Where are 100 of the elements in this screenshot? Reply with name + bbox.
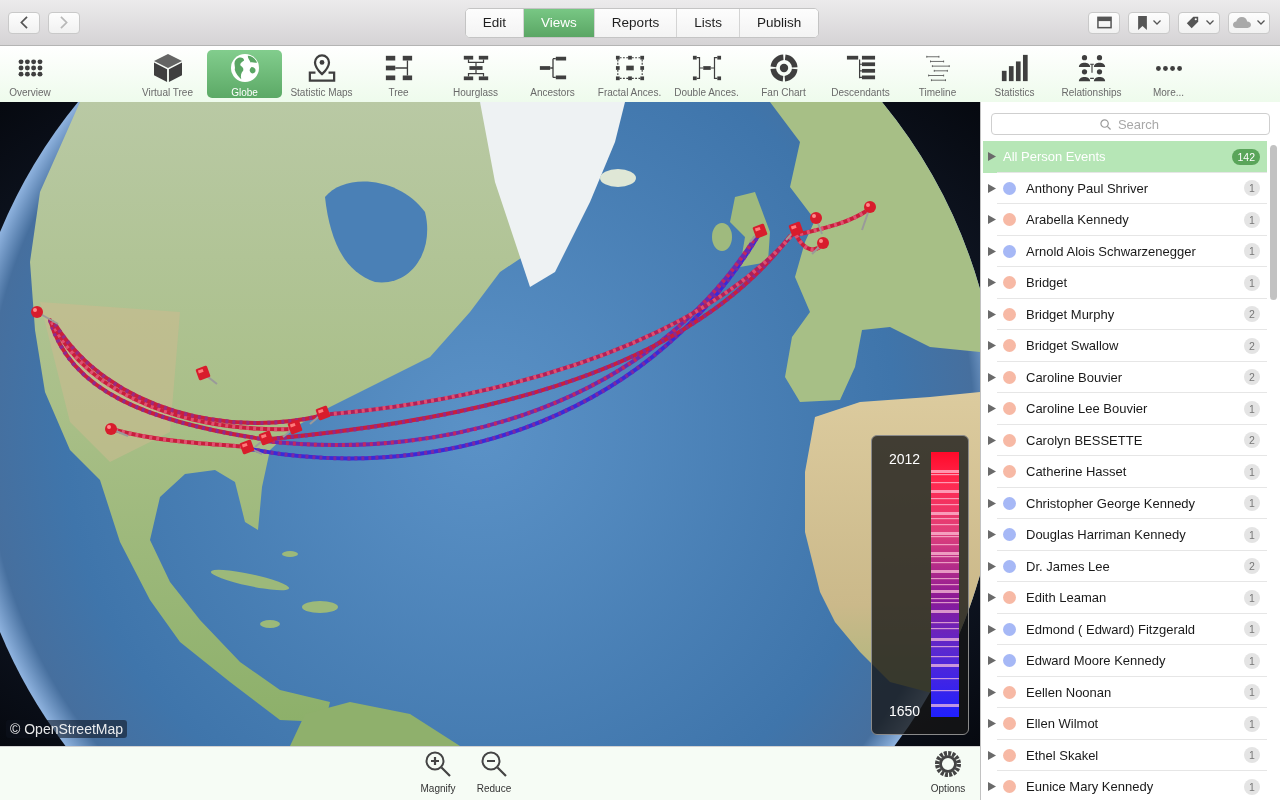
mode-tab[interactable]: Publish	[738, 8, 819, 37]
bookmark-button[interactable]	[1128, 11, 1170, 34]
view-button[interactable]: Descendants	[823, 50, 898, 98]
person-name: Ethel Skakel	[1026, 747, 1100, 763]
disclosure-triangle-icon[interactable]	[988, 782, 996, 792]
disclosure-triangle-icon[interactable]	[988, 435, 996, 445]
island	[260, 620, 280, 628]
bookmark-icon	[1137, 15, 1147, 30]
indented-list-icon	[845, 54, 876, 82]
map-pin-icon	[861, 201, 876, 231]
tag-button[interactable]	[1178, 11, 1220, 34]
map-pin-icon	[810, 212, 823, 235]
view-button[interactable]: Statistic Maps	[284, 50, 359, 98]
island	[600, 169, 636, 187]
view-button[interactable]: Timeline	[900, 50, 975, 98]
chevron-right-icon	[60, 16, 68, 29]
person-name: Bridget Murphy	[1026, 306, 1116, 322]
disclosure-triangle-icon[interactable]	[988, 183, 996, 193]
disclosure-triangle-icon[interactable]	[988, 152, 996, 162]
person-name: Christopher George Kennedy	[1026, 495, 1197, 511]
zoom-in-icon	[425, 751, 451, 777]
view-button[interactable]: Hourglass	[438, 50, 513, 98]
chevron-left-icon	[20, 16, 28, 29]
view-button[interactable]: Fractal Ances.	[592, 50, 667, 98]
count-badge: 1	[1244, 589, 1260, 606]
caret-icon	[1205, 20, 1214, 25]
cube-marker-icon	[282, 419, 303, 438]
view-button[interactable]: Statistics	[977, 50, 1052, 98]
disclosure-triangle-icon[interactable]	[988, 278, 996, 288]
disclosure-triangle-icon[interactable]	[988, 624, 996, 634]
disclosure-triangle-icon[interactable]	[988, 593, 996, 603]
bracket-diagram-icon	[691, 54, 722, 82]
back-button[interactable]	[8, 11, 40, 34]
mode-tab[interactable]: Edit	[465, 8, 524, 37]
view-button[interactable]: Tree	[361, 50, 436, 98]
view-button[interactable]: Virtual Tree	[130, 50, 205, 98]
person-name: Carolyn BESSETTE	[1026, 432, 1144, 448]
map-pin-icon	[31, 306, 59, 325]
disclosure-triangle-icon[interactable]	[988, 372, 996, 382]
map-pin-icon	[105, 423, 129, 437]
sidebar-toggle-button[interactable]	[1088, 11, 1120, 34]
count-badge: 1	[1244, 684, 1260, 701]
map-attribution: © OpenStreetMap	[6, 720, 128, 738]
count-badge: 1	[1244, 180, 1260, 197]
disclosure-triangle-icon[interactable]	[988, 498, 996, 508]
island	[282, 551, 298, 557]
view-button[interactable]: Ancestors	[515, 50, 590, 98]
disclosure-triangle-icon[interactable]	[988, 341, 996, 351]
search-icon	[1099, 119, 1111, 130]
count-badge: 2	[1244, 306, 1260, 323]
count-badge: 1	[1244, 621, 1260, 638]
branch-diagram-icon	[537, 54, 568, 82]
cloud-icon	[1233, 17, 1251, 28]
count-badge: 1	[1244, 526, 1260, 543]
fractal-diagram-icon	[614, 54, 645, 82]
options-button[interactable]: Options	[924, 751, 972, 794]
disclosure-triangle-icon[interactable]	[988, 309, 996, 319]
caret-icon	[1257, 20, 1265, 25]
disclosure-triangle-icon[interactable]	[988, 750, 996, 760]
count-badge: 2	[1244, 432, 1260, 449]
person-name: Dr. James Lee	[1026, 558, 1111, 574]
legend-max-label: 2012	[889, 452, 922, 466]
disclosure-triangle-icon[interactable]	[988, 561, 996, 571]
disclosure-triangle-icon[interactable]	[988, 656, 996, 666]
view-button[interactable]: Overview	[0, 50, 60, 98]
disclosure-triangle-icon[interactable]	[988, 404, 996, 414]
count-badge: 1	[1244, 495, 1260, 512]
count-badge: 2	[1244, 558, 1260, 575]
cube-marker-icon	[749, 223, 768, 243]
person-name: Eunice Mary Kennedy	[1026, 779, 1155, 795]
cube-marker-icon	[239, 439, 263, 455]
disclosure-triangle-icon[interactable]	[988, 687, 996, 697]
magnify-button[interactable]: Magnify	[414, 751, 462, 794]
disclosure-triangle-icon[interactable]	[988, 530, 996, 540]
person-name: Arnold Alois Schwarzenegger	[1026, 243, 1197, 259]
scrollbar-thumb[interactable]	[1270, 145, 1277, 300]
view-button[interactable]: Relationships	[1054, 50, 1129, 98]
count-badge: 1	[1244, 243, 1260, 260]
mode-tab[interactable]: Reports	[593, 8, 677, 37]
disclosure-triangle-icon[interactable]	[988, 246, 996, 256]
disclosure-triangle-icon[interactable]	[988, 719, 996, 729]
group-label: All Person Events	[1003, 149, 1107, 165]
cube-marker-icon	[785, 221, 804, 241]
person-name: Edith Leaman	[1026, 590, 1108, 606]
disclosure-triangle-icon[interactable]	[988, 215, 996, 225]
search-field[interactable]: Search	[991, 113, 1270, 135]
view-button[interactable]: Double Ances.	[669, 50, 744, 98]
reduce-button[interactable]: Reduce	[470, 751, 518, 794]
person-name: Ellen Wilmot	[1026, 716, 1100, 732]
bar-chart-icon	[999, 54, 1030, 82]
view-button[interactable]: Fan Chart	[746, 50, 821, 98]
person-name: Caroline Lee Bouvier	[1026, 401, 1149, 417]
view-button[interactable]: More...	[1131, 50, 1206, 98]
person-name: Catherine Hasset	[1026, 464, 1128, 480]
disclosure-triangle-icon[interactable]	[988, 467, 996, 477]
cube-marker-icon	[195, 365, 218, 385]
people-icon	[1076, 54, 1107, 82]
count-badge: 1	[1244, 747, 1260, 764]
mode-tab[interactable]: Lists	[676, 8, 739, 37]
caret-icon	[1152, 20, 1161, 25]
